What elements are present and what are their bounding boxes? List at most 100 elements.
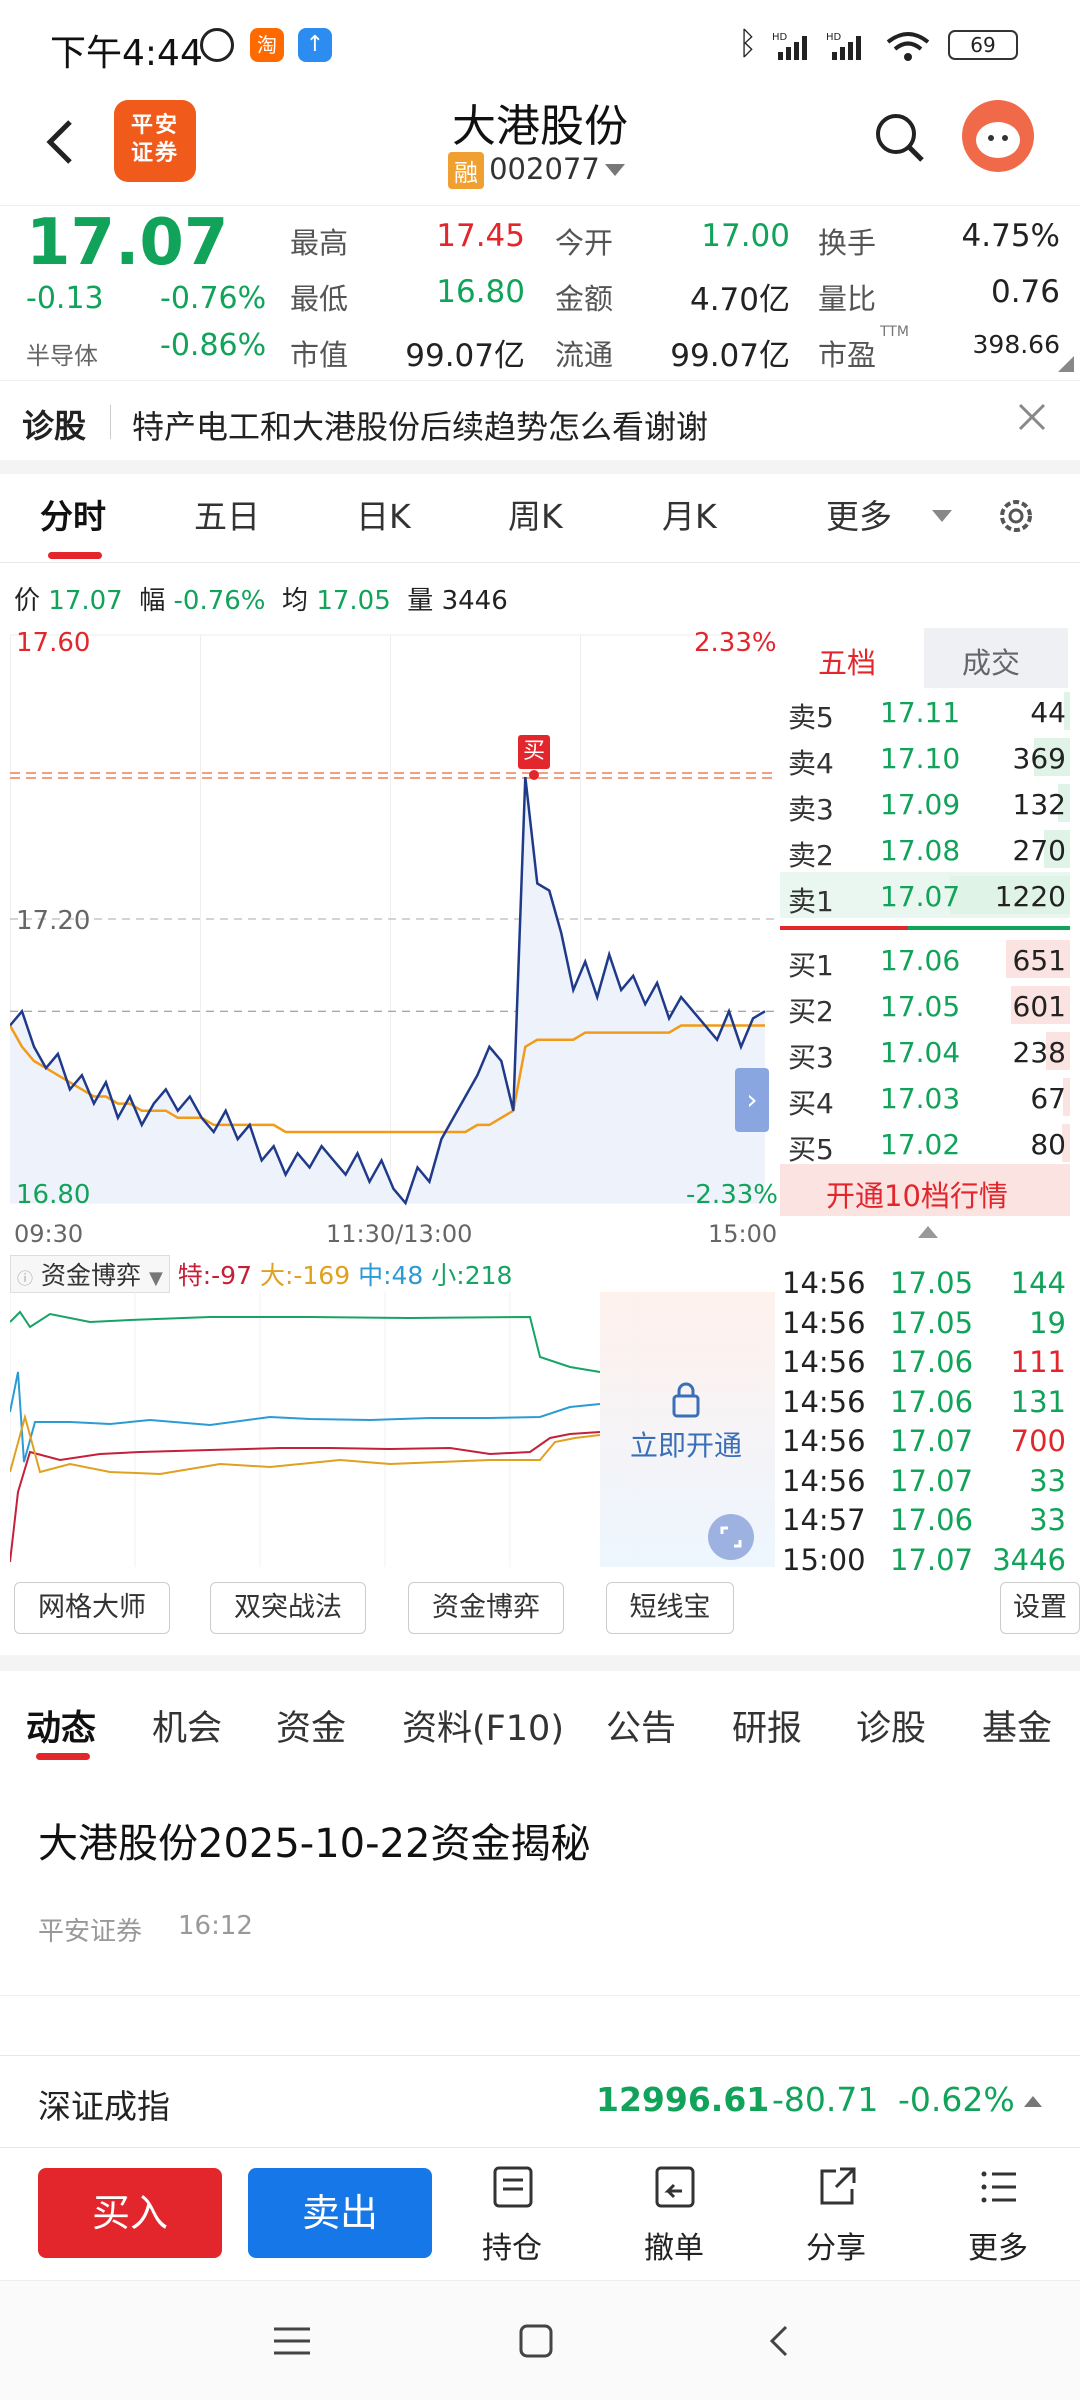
assistant-avatar[interactable] [962,100,1034,172]
section-gap [0,460,1080,474]
tab-opportunity[interactable]: 机会 [152,1700,222,1751]
tool-short-term[interactable]: 短线宝 [606,1582,734,1634]
diagnosis-bar[interactable]: 诊股 特产电工和大港股份后续趋势怎么看谢谢 [0,380,1080,460]
bid-row[interactable]: 买4 17.03 67 [780,1074,1070,1120]
trade-price: 17.05 [890,1266,974,1300]
sell-button[interactable]: 卖出 [248,2168,432,2258]
quote-value: 17.00 [701,218,790,254]
ob-volume: 44 [1030,696,1066,729]
tool-capital-game[interactable]: 资金博弈 [408,1582,564,1634]
tab-diagnosis[interactable]: 诊股 [856,1700,926,1751]
signal-icon-2: HD [826,30,872,62]
news-item[interactable]: 大港股份2025-10-22资金揭秘 平安证券 16:12 [0,1775,1080,1995]
chart-expand-button[interactable]: › [735,1068,769,1132]
tab-intraday[interactable]: 分时 [40,490,106,538]
trade-volume: 19 [1029,1305,1066,1340]
ob-price: 17.06 [880,944,961,977]
trade-time: 14:56 [782,1424,866,1458]
buy-marker[interactable]: 买 [518,735,550,769]
home-icon[interactable] [518,2323,554,2359]
bid-row[interactable]: 买2 17.05 601 [780,982,1070,1028]
alarm-icon [200,28,234,62]
more-button[interactable]: 更多 [948,2165,1048,2266]
ob-price: 17.03 [880,1082,961,1115]
ask-row[interactable]: 卖3 17.09 132 [780,780,1070,826]
tab-level5[interactable]: 五档 [818,640,876,682]
settings-button[interactable]: 设置 [1000,1582,1080,1634]
tab-monthly-k[interactable]: 月K [662,490,717,538]
ob-volume: 132 [1012,788,1066,821]
ask-row[interactable]: 卖1 17.07 1220 [780,872,1070,918]
index-value: 12996.61 [596,2080,770,2119]
holdings-button[interactable]: 持仓 [462,2165,562,2266]
holdings-label: 持仓 [482,2231,542,2266]
menu-icon[interactable] [272,2323,312,2359]
tab-daily-k[interactable]: 日K [356,490,411,538]
search-button[interactable] [872,110,928,166]
tab-news-indicator [36,1753,90,1760]
tool-grid-master[interactable]: 网格大师 [14,1582,170,1634]
caret-up-icon[interactable] [918,1226,938,1238]
tab-capital[interactable]: 资金 [276,1700,346,1751]
price-info-line: 价 17.07 幅 -0.76% 均 17.05 量 3446 [14,580,508,617]
tool-double-break[interactable]: 双突战法 [210,1582,366,1634]
divider [110,405,111,439]
ask-row[interactable]: 卖5 17.11 44 [780,688,1070,734]
share-button[interactable]: 分享 [786,2165,886,2266]
orderbook-split-bar [780,926,1070,930]
share-label: 分享 [806,2231,866,2266]
stock-code-row[interactable]: 融 002077 [448,152,625,189]
intraday-chart[interactable] [10,625,775,1235]
trade-row: 14:56 17.06 111 [780,1342,1070,1381]
index-ticker[interactable]: 深证成指 12996.61 -80.71 -0.62% [0,2055,1080,2147]
list-icon [981,2171,1016,2203]
quote-label: 金额 [555,282,614,316]
tab-fund[interactable]: 基金 [982,1700,1052,1751]
tab-weekly-k[interactable]: 周K [508,490,563,538]
ask-ratio [908,926,1070,930]
wifi-icon [884,28,932,64]
tab-five-day[interactable]: 五日 [194,490,260,538]
ob-volume: 238 [1012,1036,1066,1069]
chart-settings-button[interactable] [994,494,1038,538]
corner-expand-icon[interactable] [1058,356,1074,372]
buy-button[interactable]: 买入 [38,2168,222,2258]
bid-row[interactable]: 买1 17.06 651 [780,936,1070,982]
tab-f10[interactable]: 资料(F10) [402,1700,564,1751]
quote-label: 今开 [555,226,614,260]
tab-more[interactable]: 更多 [826,490,892,538]
bid-row[interactable]: 买3 17.04 238 [780,1028,1070,1074]
capital-unlock-overlay[interactable]: 立即开通 [600,1292,775,1567]
signal-icon-1: HD [772,30,818,62]
trade-volume: 3446 [992,1542,1066,1577]
ob-volume: 1220 [994,880,1066,913]
cancel-label: 撤单 [644,2231,704,2266]
tab-research[interactable]: 研报 [732,1700,802,1751]
news-divider [0,1995,1080,1996]
upgrade-quotes-button[interactable]: 开通10档行情 [780,1164,1070,1216]
bid-row[interactable]: 买5 17.02 80 [780,1120,1070,1166]
capital-title-box[interactable]: ⓘ 资金博弈 ▼ [10,1255,170,1293]
caret-down-icon: ▼ [148,1268,163,1289]
trade-row: 15:00 17.07 3446 [780,1540,1070,1579]
ask-row[interactable]: 卖4 17.10 369 [780,734,1070,780]
gear-icon [1000,500,1032,532]
ask-row[interactable]: 卖2 17.08 270 [780,826,1070,872]
tab-announcements[interactable]: 公告 [606,1700,676,1751]
margin-tag: 融 [448,152,484,189]
info-amp: -0.76% [173,586,266,616]
ob-label: 卖3 [788,793,834,826]
back-icon[interactable] [764,2323,794,2359]
mascot-icon [976,122,1020,158]
trade-volume: 33 [1029,1503,1066,1537]
taobao-app-icon: 淘 [250,28,284,62]
sector-name[interactable]: 半导体 [26,336,98,371]
capital-small: 小:218 [431,1261,513,1290]
tab-news[interactable]: 动态 [26,1700,96,1751]
quote-label: 换手 [818,226,877,260]
close-icon[interactable] [1014,399,1050,435]
trade-row: 14:56 17.07 33 [780,1461,1070,1500]
trade-volume: 144 [1010,1266,1066,1300]
fullscreen-button[interactable] [708,1514,754,1560]
cancel-order-button[interactable]: 撤单 [624,2165,724,2266]
